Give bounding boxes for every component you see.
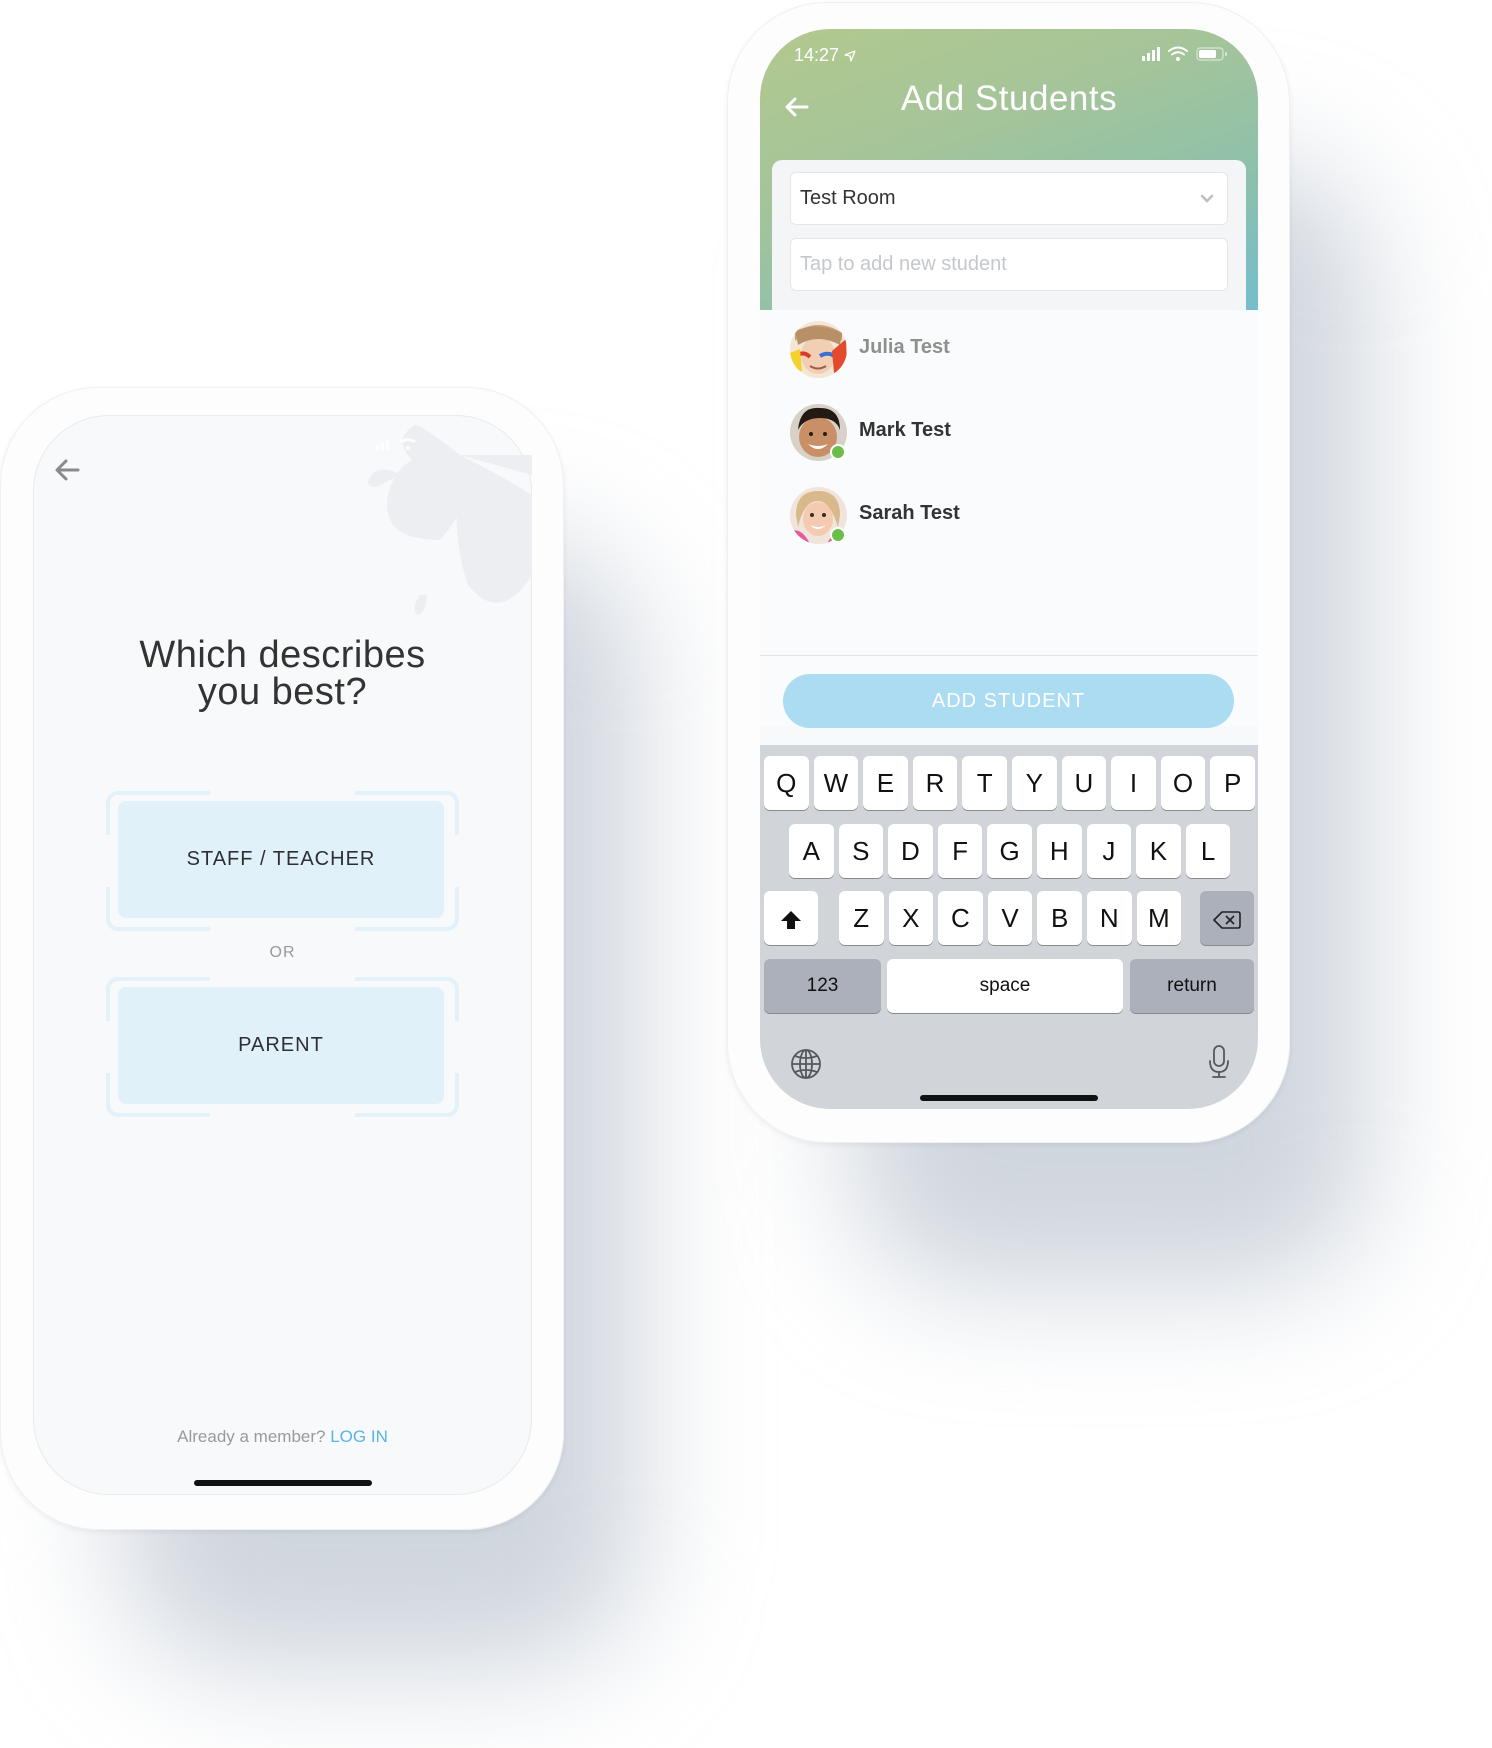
key-w[interactable]: W [813,756,859,810]
home-indicator[interactable] [194,1480,372,1486]
student-row[interactable]: Sarah Test [790,487,1230,547]
page-title: Which describes you best? [33,634,532,713]
page-title: Add Students [900,79,1118,118]
decorative-flower-icon [368,425,532,615]
key-x[interactable]: X [888,891,934,945]
globe-icon[interactable] [790,1048,822,1080]
login-link[interactable]: LOG IN [330,1427,388,1446]
login-prompt: Already a member? LOG IN [33,1427,532,1447]
avatar [790,321,847,378]
staff-teacher-option[interactable]: STAFF / TEACHER [106,791,459,931]
key-t[interactable]: T [962,756,1007,810]
form-card: Test Room Tap to add new student [772,160,1246,310]
shift-arrow-icon [781,911,801,930]
key-h[interactable]: H [1037,823,1082,878]
key-v[interactable]: V [987,891,1033,945]
key-j[interactable]: J [1086,823,1132,878]
backspace-icon [1213,911,1241,929]
student-name: Julia Test [859,336,950,358]
key-a[interactable]: A [789,823,834,878]
chevron-down-icon [1200,194,1214,203]
key-y[interactable]: Y [1012,756,1057,810]
new-student-input[interactable]: Tap to add new student [790,238,1228,291]
online-status-dot [830,444,846,460]
key-p[interactable]: P [1210,756,1255,810]
parent-button[interactable]: PARENT [118,987,444,1104]
status-bar-time: 14:27 [794,45,856,66]
home-indicator[interactable] [920,1095,1098,1101]
status-icons [1142,46,1227,61]
or-separator: OR [269,944,296,961]
room-select-value: Test Room [800,187,896,209]
key-c[interactable]: C [938,891,983,945]
student-list: Julia Test Mark Test Sarah Test [760,310,1258,655]
key-s[interactable]: S [838,823,884,878]
key-g[interactable]: G [987,823,1032,878]
key-l[interactable]: L [1185,823,1231,878]
key-m[interactable]: M [1136,891,1182,945]
signal-icon [1142,47,1160,61]
right-phone-screen: 14:27 Add Students Test Room Tap to add … [760,29,1258,1109]
parent-option[interactable]: PARENT [106,977,459,1117]
numbers-key[interactable]: 123 [764,958,881,1013]
back-arrow-icon[interactable] [50,455,84,485]
student-row[interactable]: Julia Test [790,321,1230,381]
microphone-icon[interactable] [1208,1045,1230,1079]
student-name: Sarah Test [859,502,960,524]
wifi-icon [1168,46,1188,56]
time-text: 14:27 [794,45,840,65]
key-d[interactable]: D [888,823,933,878]
staff-teacher-button[interactable]: STAFF / TEACHER [118,801,444,918]
delete-key[interactable] [1200,891,1254,945]
title-line-2: you best? [197,671,368,713]
room-select[interactable]: Test Room [790,172,1228,225]
key-k[interactable]: K [1136,823,1181,878]
return-key[interactable]: return [1130,958,1254,1013]
key-o[interactable]: O [1160,756,1206,810]
student-row[interactable]: Mark Test [790,404,1230,464]
title-line-1: Which describes [139,634,426,676]
key-q[interactable]: Q [764,756,809,810]
battery-icon [1196,47,1227,61]
key-r[interactable]: R [912,756,958,810]
already-member-text: Already a member? [177,1427,326,1446]
student-name: Mark Test [859,419,951,441]
key-b[interactable]: B [1037,891,1082,945]
key-u[interactable]: U [1061,756,1107,810]
key-i[interactable]: I [1111,756,1156,810]
key-n[interactable]: N [1087,891,1132,945]
key-z[interactable]: Z [839,891,884,945]
key-f[interactable]: F [937,823,983,878]
add-student-button[interactable]: ADD STUDENT [783,674,1234,728]
online-status-dot [830,527,846,543]
shift-key[interactable] [764,891,818,945]
location-arrow-icon [844,50,856,62]
key-e[interactable]: E [863,756,908,810]
space-key[interactable]: space [887,958,1123,1013]
